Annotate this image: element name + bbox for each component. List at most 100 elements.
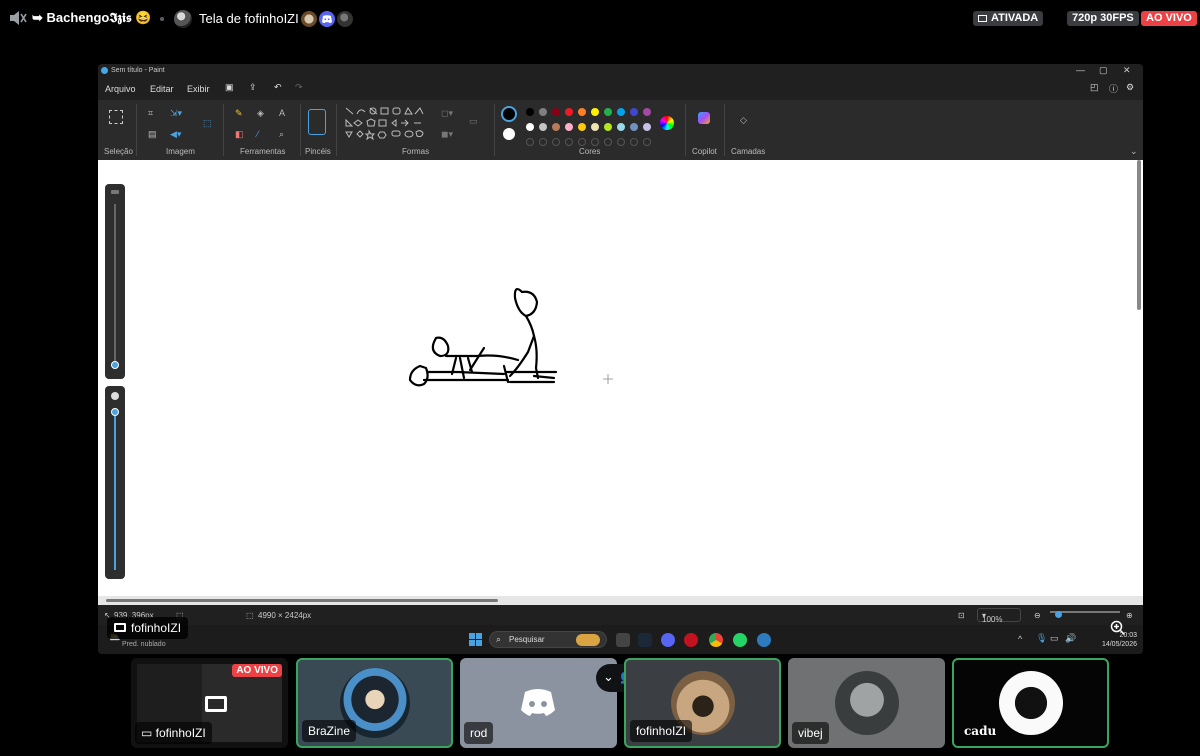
undo-icon[interactable]: ↶ bbox=[274, 82, 282, 93]
color-swatch[interactable] bbox=[552, 123, 560, 131]
color-swatch[interactable] bbox=[604, 108, 612, 116]
color-swatch[interactable] bbox=[526, 123, 534, 131]
participant-tile-rod[interactable]: rod bbox=[460, 658, 617, 748]
settings-gear-icon[interactable]: ⚙ bbox=[1126, 82, 1134, 93]
pencil-icon[interactable]: ✎ bbox=[235, 108, 243, 119]
color-swatch[interactable] bbox=[565, 108, 573, 116]
color-swatch[interactable] bbox=[578, 108, 586, 116]
participant-tile-fofinhoizi[interactable]: fofinhoIZI bbox=[624, 658, 781, 748]
color-swatch[interactable] bbox=[539, 123, 547, 131]
rotate-icon[interactable]: ◀▾ bbox=[170, 129, 181, 140]
whatsapp-icon[interactable] bbox=[733, 633, 747, 647]
opacity-slider[interactable] bbox=[105, 386, 125, 579]
color-swatch[interactable] bbox=[539, 108, 547, 116]
participant-tile-vibej[interactable]: vibej bbox=[788, 658, 945, 748]
info-icon[interactable]: ⓘ bbox=[1109, 82, 1118, 95]
custom-color-slot[interactable] bbox=[552, 138, 560, 146]
color-swatch[interactable] bbox=[578, 123, 586, 131]
custom-color-slot[interactable] bbox=[539, 138, 547, 146]
custom-color-slot[interactable] bbox=[643, 138, 651, 146]
zoom-stream-icon[interactable] bbox=[1110, 620, 1128, 638]
primary-color[interactable] bbox=[501, 106, 517, 122]
custom-color-slot[interactable] bbox=[591, 138, 599, 146]
color-swatch[interactable] bbox=[630, 108, 638, 116]
layers-icon[interactable]: ◇ bbox=[740, 115, 747, 126]
custom-color-slot[interactable] bbox=[565, 138, 573, 146]
steam-icon[interactable] bbox=[638, 633, 652, 647]
selection-tool-icon[interactable] bbox=[109, 110, 123, 124]
custom-color-slot[interactable] bbox=[604, 138, 612, 146]
task-view-icon[interactable] bbox=[616, 633, 630, 647]
custom-color-slot[interactable] bbox=[526, 138, 534, 146]
zoom-select[interactable]: 100% ▾ bbox=[977, 608, 1021, 624]
text-tool-icon[interactable]: A bbox=[279, 108, 285, 118]
discord-app-icon[interactable] bbox=[661, 633, 675, 647]
crop-icon[interactable]: ⌗ bbox=[148, 108, 153, 119]
color-swatch[interactable] bbox=[526, 108, 534, 116]
shape-fill-icon[interactable]: ▭ bbox=[469, 116, 478, 127]
zoom-out-icon[interactable]: ⊖ bbox=[1034, 611, 1041, 620]
color-swatch[interactable] bbox=[643, 123, 651, 131]
zoom-in-icon[interactable]: ⊕ bbox=[1126, 611, 1133, 620]
close-icon[interactable]: ✕ bbox=[1123, 65, 1131, 76]
eraser-icon[interactable]: ◧ bbox=[235, 129, 244, 140]
minimize-icon[interactable]: — bbox=[1076, 65, 1085, 75]
slider-knob[interactable] bbox=[111, 361, 119, 369]
custom-color-slot[interactable] bbox=[617, 138, 625, 146]
color-swatch[interactable] bbox=[643, 108, 651, 116]
copilot-icon[interactable] bbox=[698, 112, 710, 124]
save-icon[interactable]: ▣ bbox=[225, 82, 234, 93]
windows-start-icon[interactable] bbox=[469, 633, 482, 646]
secondary-color[interactable] bbox=[503, 128, 515, 140]
magnifier-icon[interactable]: ⌕ bbox=[279, 129, 284, 140]
network-icon[interactable]: ▭ bbox=[1050, 633, 1059, 644]
microphone-icon[interactable]: 🎙 bbox=[1036, 633, 1047, 644]
shared-screen-paint-window[interactable]: Sem título - Paint — ▢ ✕ Arquivo Editar … bbox=[98, 64, 1143, 654]
scrollbar-thumb[interactable] bbox=[106, 599, 498, 602]
taskbar-search[interactable]: ⌕ Pesquisar bbox=[489, 631, 607, 648]
color-swatch[interactable] bbox=[591, 108, 599, 116]
speaker-icon[interactable]: 🔊 bbox=[1065, 633, 1076, 644]
participant-tile-brazine[interactable]: BraZine bbox=[296, 658, 453, 748]
color-swatch[interactable] bbox=[591, 123, 599, 131]
tray-chevron-icon[interactable]: ^ bbox=[1018, 634, 1022, 644]
menu-arquivo[interactable]: Arquivo bbox=[105, 84, 136, 94]
edit-colors-icon[interactable] bbox=[660, 116, 674, 130]
menu-exibir[interactable]: Exibir bbox=[187, 84, 210, 94]
color-swatch[interactable] bbox=[617, 123, 625, 131]
maximize-icon[interactable]: ▢ bbox=[1099, 65, 1108, 76]
brush-size-slider[interactable] bbox=[105, 184, 125, 379]
custom-color-slot[interactable] bbox=[630, 138, 638, 146]
volume-muted-icon[interactable] bbox=[8, 9, 28, 27]
share-icon[interactable]: ⇪ bbox=[249, 82, 257, 93]
voice-channel-user[interactable]: ➥ Bachengo𝕴𝖟𝖎𝖘 😆 bbox=[32, 10, 151, 26]
chrome-icon[interactable] bbox=[709, 633, 723, 647]
collapse-ribbon-icon[interactable]: ⌄ bbox=[1130, 146, 1138, 157]
color-swatch[interactable] bbox=[617, 108, 625, 116]
zoom-slider-knob[interactable] bbox=[1055, 611, 1062, 618]
remove-background-icon[interactable]: ⬚ bbox=[203, 118, 212, 129]
color-swatch[interactable] bbox=[604, 123, 612, 131]
fill-bucket-icon[interactable]: ◈ bbox=[257, 108, 264, 119]
brush-icon[interactable] bbox=[308, 109, 326, 135]
image-icon[interactable]: ▤ bbox=[148, 129, 157, 140]
menu-editar[interactable]: Editar bbox=[150, 84, 174, 94]
color-swatch[interactable] bbox=[630, 123, 638, 131]
fit-to-window-icon[interactable]: ⊡ bbox=[958, 611, 965, 620]
fill-icon[interactable]: ◼▾ bbox=[441, 129, 453, 140]
comment-icon[interactable]: ◰ bbox=[1090, 82, 1099, 93]
outline-icon[interactable]: ◻▾ bbox=[441, 108, 453, 119]
redo-icon[interactable]: ↷ bbox=[295, 82, 303, 93]
resize-icon[interactable]: ⇲▾ bbox=[170, 108, 182, 119]
slider-knob[interactable] bbox=[111, 408, 119, 416]
canvas-vertical-scrollbar[interactable] bbox=[1137, 160, 1141, 310]
paint-app-icon[interactable] bbox=[757, 633, 771, 647]
participant-tile-cadu[interactable]: cadu bbox=[952, 658, 1109, 748]
paint-canvas[interactable] bbox=[98, 160, 1143, 605]
participant-tile-stream[interactable]: AO VIVO ▭ fofinhoIZI bbox=[131, 658, 288, 748]
custom-color-slot[interactable] bbox=[578, 138, 586, 146]
opera-icon[interactable] bbox=[684, 633, 698, 647]
color-swatch[interactable] bbox=[552, 108, 560, 116]
color-picker-icon[interactable]: ⁄ bbox=[257, 129, 259, 139]
shapes-gallery[interactable] bbox=[344, 106, 430, 144]
